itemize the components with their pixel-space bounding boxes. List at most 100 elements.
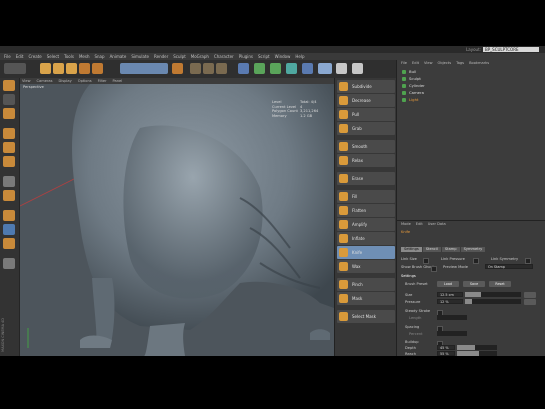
points-mode-icon[interactable] <box>3 128 15 139</box>
length-slider[interactable] <box>437 315 467 320</box>
tab-settings[interactable]: Settings <box>401 247 422 252</box>
brush-smooth[interactable]: Smooth <box>337 140 395 153</box>
brush-amplify[interactable]: Amplify <box>337 218 395 231</box>
menu-help[interactable]: Help <box>295 53 304 60</box>
uv-mode-icon[interactable] <box>3 176 15 187</box>
make-editable-icon[interactable] <box>3 80 15 91</box>
workplane-icon[interactable] <box>3 210 15 221</box>
sculpt-icon[interactable] <box>3 224 15 235</box>
perspective-viewport[interactable]: View Cameras Display Options Filter Panel Per… <box>20 78 334 356</box>
subdivision-icon[interactable] <box>254 63 265 74</box>
viewport-menu-options[interactable]: Options <box>78 78 92 84</box>
reset-button[interactable]: Reset <box>489 281 511 287</box>
texture-mode-icon[interactable] <box>3 108 15 119</box>
brush-pull[interactable]: Pull <box>337 108 395 121</box>
menu-sculpt[interactable]: Sculpt <box>173 53 186 60</box>
menu-mesh[interactable]: Mesh <box>79 53 90 60</box>
brush-flatten[interactable]: Flatten <box>337 204 395 217</box>
light-icon[interactable] <box>336 63 347 74</box>
viewport-menu-filter[interactable]: Filter <box>98 78 107 84</box>
brush-mask[interactable]: Mask <box>337 292 395 305</box>
object-menu-view[interactable]: View <box>424 60 433 66</box>
brush-fill[interactable]: Fill <box>337 190 395 203</box>
brush-subdivide[interactable]: Subdivide <box>337 80 395 93</box>
object-row[interactable]: Cylinder <box>399 82 544 89</box>
viewport-menu-display[interactable]: Display <box>59 78 72 84</box>
attribute-menu-edit[interactable]: Edit <box>416 221 423 228</box>
polygons-mode-icon[interactable] <box>3 156 15 167</box>
object-menu-tags[interactable]: Tags <box>456 60 464 66</box>
axis-xyz-icon[interactable] <box>120 63 168 74</box>
render-settings-icon[interactable] <box>216 63 227 74</box>
edges-mode-icon[interactable] <box>3 142 15 153</box>
object-menu-edit[interactable]: Edit <box>412 60 419 66</box>
object-row[interactable]: Light <box>399 96 544 103</box>
object-row[interactable]: Bull <box>399 68 544 75</box>
menu-create[interactable]: Create <box>28 53 41 60</box>
layout-dropdown[interactable]: BP_SCULPTCORE <box>483 47 539 52</box>
size-slider[interactable] <box>465 292 521 297</box>
brush-select-mask[interactable]: Select Mask <box>337 310 395 323</box>
brush-erase[interactable]: Erase <box>337 172 395 185</box>
menu-file[interactable]: File <box>4 53 11 60</box>
menu-animate[interactable]: Animate <box>110 53 127 60</box>
size-field[interactable]: 12.5 cm <box>437 292 463 297</box>
brush-pinch[interactable]: Pinch <box>337 278 395 291</box>
undo-button[interactable] <box>4 63 26 74</box>
menu-character[interactable]: Character <box>214 53 234 60</box>
move-tool-icon[interactable] <box>40 63 51 74</box>
pressure-pressure-button[interactable] <box>524 299 536 305</box>
object-menu-bookmarks[interactable]: Bookmarks <box>469 60 489 66</box>
link-pressure-checkbox[interactable] <box>473 258 479 264</box>
load-button[interactable]: Load <box>437 281 459 287</box>
cube-icon[interactable] <box>238 63 249 74</box>
percent-slider[interactable] <box>437 331 467 336</box>
reach-field[interactable]: 55 % <box>437 351 455 356</box>
tab-stencil[interactable]: Stencil <box>422 247 441 252</box>
coordinate-system-icon[interactable] <box>172 63 183 74</box>
menu-tools[interactable]: Tools <box>64 53 74 60</box>
rotate-tool-icon[interactable] <box>66 63 77 74</box>
render-view-icon[interactable] <box>190 63 201 74</box>
scene-icon[interactable] <box>302 63 313 74</box>
viewport-menu-view[interactable]: View <box>22 78 31 84</box>
scale-tool-icon[interactable] <box>53 63 64 74</box>
brush-grab[interactable]: Grab <box>337 122 395 135</box>
save-button[interactable]: Save <box>463 281 485 287</box>
menu-window[interactable]: Window <box>275 53 291 60</box>
object-menu-objects[interactable]: Objects <box>438 60 452 66</box>
menu-plugins[interactable]: Plugins <box>239 53 253 60</box>
grid-icon[interactable] <box>3 258 15 269</box>
menu-simulate[interactable]: Simulate <box>131 53 149 60</box>
menu-snap[interactable]: Snap <box>94 53 104 60</box>
brush-knife[interactable]: Knife <box>337 246 395 259</box>
menu-render[interactable]: Render <box>154 53 168 60</box>
depth-slider[interactable] <box>457 345 497 350</box>
show-brush-checkbox[interactable] <box>431 266 437 272</box>
tab-symmetry[interactable]: Symmetry <box>460 247 486 252</box>
model-mode-icon[interactable] <box>3 94 15 105</box>
render-picture-icon[interactable] <box>203 63 214 74</box>
pressure-field[interactable]: 12 % <box>437 299 463 304</box>
mograph-icon[interactable] <box>270 63 281 74</box>
recent-tools-icon[interactable] <box>92 63 103 74</box>
lock-icon[interactable] <box>3 238 15 249</box>
reach-slider[interactable] <box>457 351 497 356</box>
object-row[interactable]: Camera <box>399 89 544 96</box>
menu-script[interactable]: Script <box>258 53 270 60</box>
menu-edit[interactable]: Edit <box>16 53 24 60</box>
attribute-menu-user-data[interactable]: User Data <box>428 221 446 228</box>
object-row[interactable]: Sculpt <box>399 75 544 82</box>
tab-stamp[interactable]: Stamp <box>441 247 460 252</box>
preview-mode-dropdown[interactable]: On Stamp <box>485 264 533 269</box>
menu-select[interactable]: Select <box>47 53 59 60</box>
attribute-menu-mode[interactable]: Mode <box>401 221 411 228</box>
snap-icon[interactable] <box>3 190 15 201</box>
pressure-slider[interactable] <box>465 299 521 304</box>
viewport-menu-panel[interactable]: Panel <box>113 78 123 84</box>
deformer-icon[interactable] <box>286 63 297 74</box>
depth-field[interactable]: 45 % <box>437 345 455 350</box>
brush-decrease[interactable]: Decrease <box>337 94 395 107</box>
brush-inflate[interactable]: Inflate <box>337 232 395 245</box>
menu-mograph[interactable]: MoGraph <box>191 53 209 60</box>
